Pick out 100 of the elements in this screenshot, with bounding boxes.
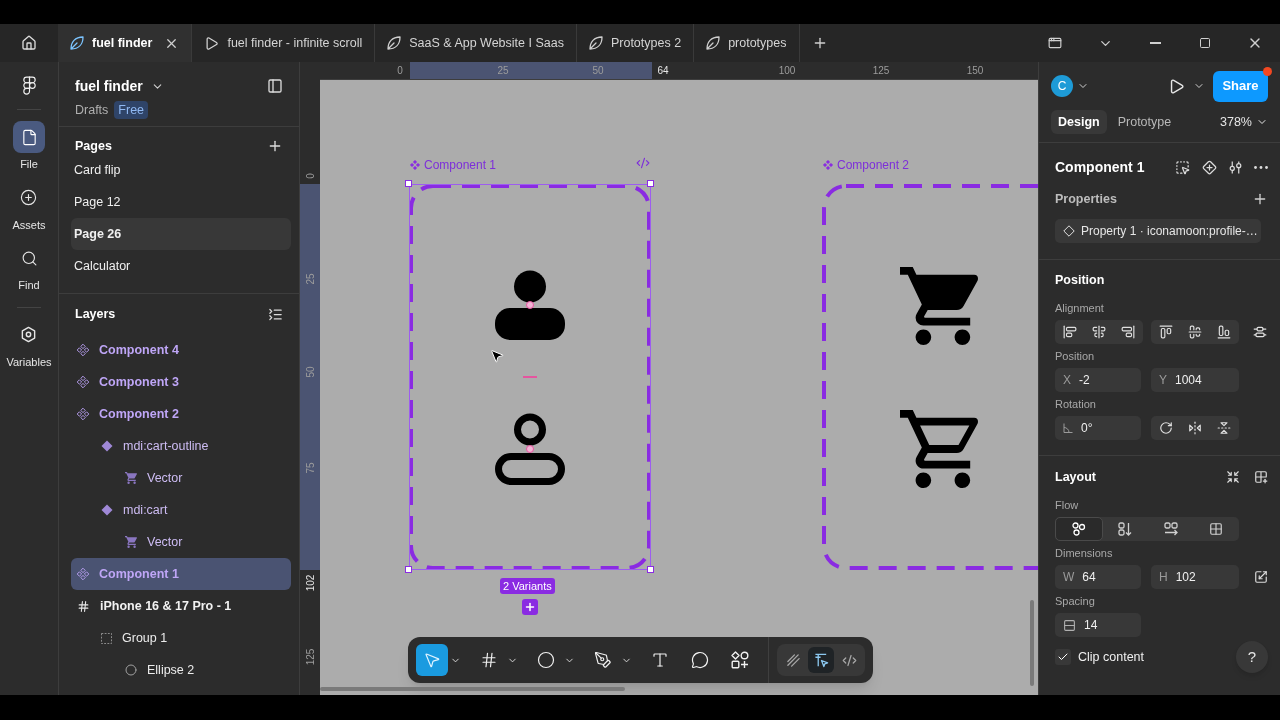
- frame-pointer-icon: [813, 652, 829, 668]
- number-field[interactable]: 0°: [1055, 416, 1141, 440]
- layer-row[interactable]: Vector: [71, 526, 291, 558]
- field-value: 1004: [1175, 372, 1202, 389]
- section-title: Pages: [75, 137, 112, 155]
- ruler-label: 75: [303, 462, 317, 474]
- more-icon: [1254, 165, 1268, 169]
- component-icon: [77, 344, 89, 356]
- rail-tab[interactable]: File: [13, 121, 45, 173]
- cursor-icon: [423, 651, 441, 669]
- component-icon: [410, 160, 420, 170]
- anchor-point: [526, 445, 534, 453]
- panel-tab[interactable]: Prototype: [1110, 110, 1179, 134]
- flow-option[interactable]: [1055, 517, 1103, 541]
- layer-row[interactable]: Component 1: [71, 558, 291, 590]
- layer-row[interactable]: iPhone 16 & 17 Pro - 1: [71, 590, 291, 622]
- speech-bubble-icon: [691, 651, 709, 669]
- resize-handle[interactable]: [405, 180, 412, 187]
- field-label: H: [1159, 569, 1168, 586]
- number-field[interactable]: Y 1004: [1151, 368, 1239, 392]
- rail-tab[interactable]: Assets: [12, 181, 46, 233]
- number-field[interactable]: 14: [1055, 613, 1141, 637]
- zoom-menu[interactable]: 378%: [1220, 112, 1268, 132]
- resize-handle[interactable]: [647, 566, 654, 573]
- ruler-label: 64: [657, 64, 669, 78]
- add-property-icon: [1252, 191, 1268, 207]
- layer-name: iPhone 16 & 17 Pro - 1: [100, 597, 232, 615]
- section-title: Layout: [1055, 468, 1096, 486]
- editor-tab[interactable]: fuel finder: [58, 24, 193, 62]
- shapes-plus-icon: [731, 651, 749, 669]
- cart-icon: [125, 536, 137, 548]
- help-button[interactable]: ?: [1236, 641, 1268, 673]
- circle-icon: [125, 664, 137, 676]
- ruler-label: 102: [303, 574, 317, 592]
- layer-row[interactable]: Component 3: [71, 366, 291, 398]
- number-field[interactable]: W 64: [1055, 565, 1141, 589]
- horizontal-scrollbar[interactable]: [320, 687, 625, 691]
- ruler-label: 0: [303, 173, 317, 179]
- checkbox[interactable]: [1055, 649, 1071, 665]
- dashed-square-pointer-icon: [1175, 159, 1190, 175]
- field-group-label: Flow: [1055, 497, 1079, 513]
- play-icon: [1168, 77, 1185, 95]
- component-frame[interactable]: [822, 184, 1038, 570]
- layer-row[interactable]: Component 2: [71, 398, 291, 430]
- ruler-label: 150: [966, 64, 984, 78]
- play-icon: [204, 35, 220, 51]
- layer-name: mdi:cart-outline: [123, 437, 209, 455]
- code-icon: [841, 652, 857, 668]
- layer-row[interactable]: mdi:cart-outline: [71, 430, 291, 462]
- window-icon: [1048, 36, 1062, 50]
- component-frame[interactable]: [409, 184, 651, 570]
- cart-outline-icon: [900, 410, 978, 488]
- component-icon: [77, 408, 89, 420]
- property-label: Property 1 · iconamoon:profile-…: [1081, 223, 1258, 240]
- leaf-icon: [387, 36, 402, 50]
- layer-row[interactable]: Vector: [71, 462, 291, 494]
- rail-tab[interactable]: Find: [13, 242, 45, 294]
- rail-tab[interactable]: Variables: [6, 318, 52, 370]
- flow-selector[interactable]: [1055, 517, 1239, 541]
- layer-row[interactable]: Group 1: [71, 622, 291, 654]
- resize-handle[interactable]: [647, 180, 654, 187]
- field-group-label: Dimensions: [1055, 545, 1113, 561]
- page-item[interactable]: Calculator: [71, 250, 291, 282]
- layer-name: Component 2: [99, 405, 179, 423]
- layer-row[interactable]: Component 4: [71, 334, 291, 366]
- dashed-square-icon: [101, 632, 112, 644]
- add-variant-button[interactable]: [522, 599, 538, 615]
- page-item[interactable]: Page 12: [71, 186, 291, 218]
- number-field[interactable]: X -2: [1055, 368, 1141, 392]
- layer-name: Component 3: [99, 373, 179, 391]
- tool-button[interactable]: [416, 644, 448, 676]
- layer-row[interactable]: mdi:cart: [71, 494, 291, 526]
- panel-tab[interactable]: Design: [1051, 110, 1107, 134]
- sidebar-toggle-icon: [267, 78, 283, 94]
- file-name: fuel finder: [75, 76, 143, 96]
- number-field[interactable]: H 102: [1151, 565, 1239, 589]
- layer-row[interactable]: Ellipse 2: [71, 654, 291, 686]
- property-row[interactable]: Property 1 · iconamoon:profile-…: [1055, 219, 1261, 243]
- check-icon: [1057, 651, 1069, 663]
- arrow-down-icon: [1118, 522, 1133, 536]
- align-middle-icon: [1188, 325, 1202, 339]
- leaf-icon: [70, 36, 84, 50]
- leaf-icon: [588, 36, 603, 50]
- align-bottom-icon: [1217, 325, 1232, 339]
- ruler-label: 125: [303, 648, 317, 666]
- page-item[interactable]: Card flip: [71, 154, 291, 186]
- variants-badge: 2 Variants: [500, 578, 555, 594]
- slanted-lines-icon: [785, 652, 801, 668]
- vertical-scrollbar[interactable]: [1030, 600, 1034, 686]
- page-item[interactable]: Page 26: [71, 218, 291, 250]
- spacing-marker: [523, 376, 537, 378]
- layer-name: Vector: [147, 533, 183, 551]
- cart-icon: [125, 472, 137, 484]
- field-label: X: [1063, 372, 1071, 389]
- diamond-plus-icon: [1202, 159, 1217, 175]
- resize-handle[interactable]: [405, 566, 412, 573]
- field-group-label: Rotation: [1055, 396, 1096, 412]
- ruler-label: 125: [872, 64, 890, 78]
- mode-button[interactable]: [808, 647, 834, 673]
- rotate-icon: [1158, 421, 1173, 435]
